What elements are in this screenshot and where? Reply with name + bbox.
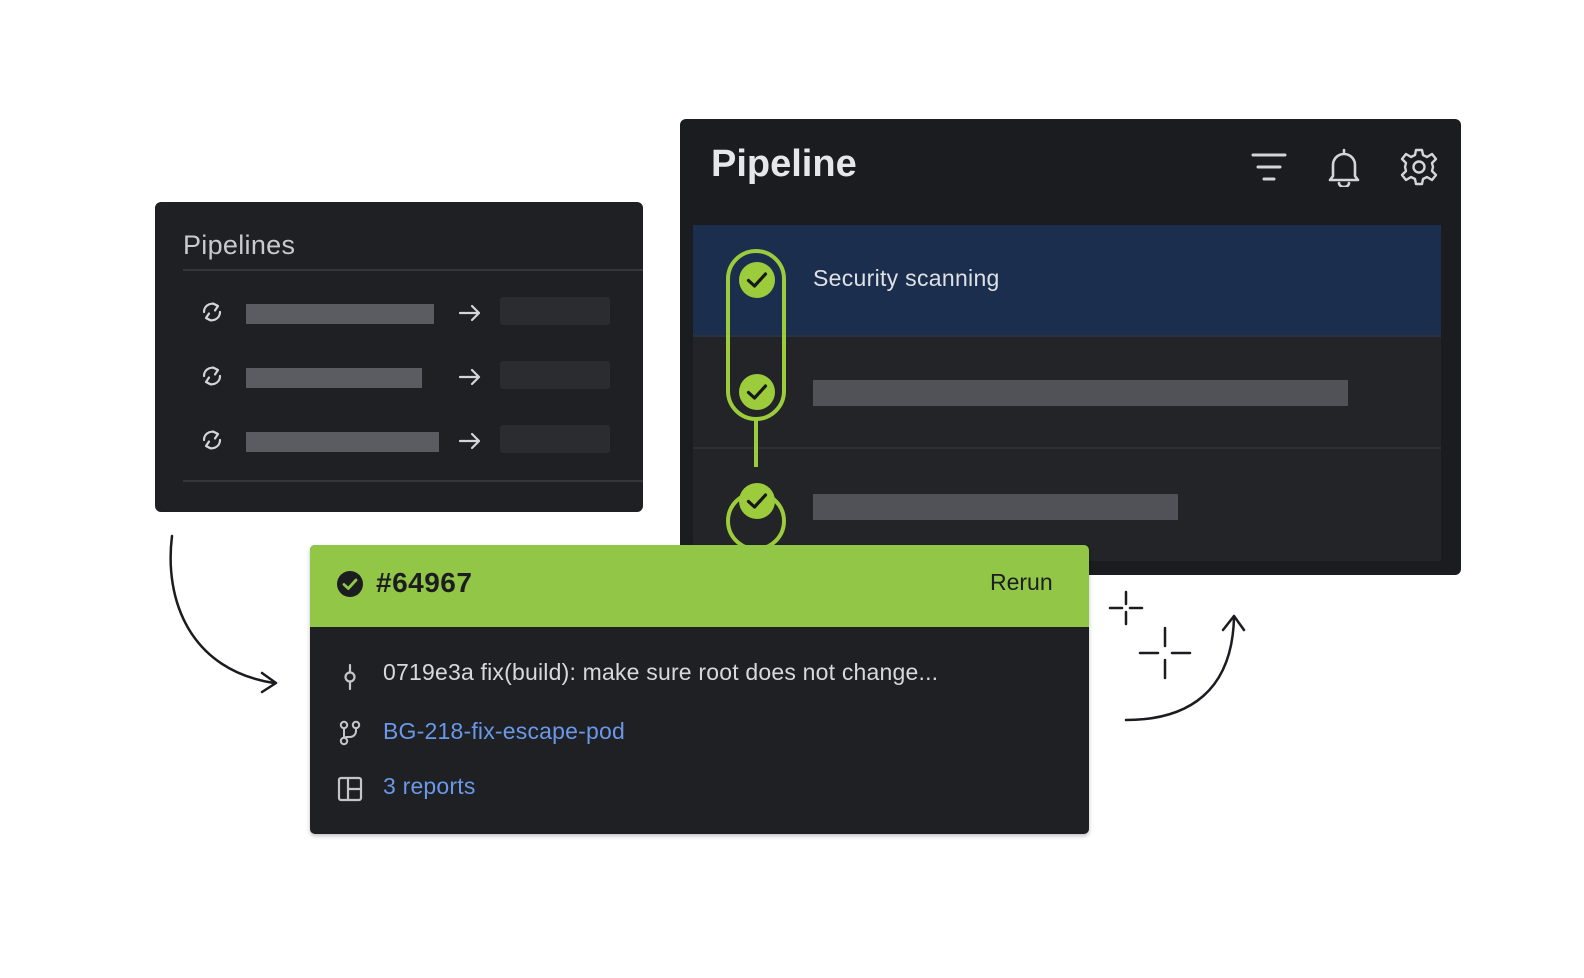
- job-card: #64967 Rerun 0719e3a fix(build): make su…: [310, 545, 1089, 834]
- sync-icon: [202, 430, 222, 450]
- sparkle-large-icon: [1138, 626, 1192, 680]
- stage-list: Security scanning: [693, 225, 1441, 561]
- job-header: #64967 Rerun: [310, 545, 1089, 627]
- stage-name-placeholder: [813, 494, 1178, 520]
- divider: [183, 269, 643, 271]
- pipeline-title: Pipeline: [711, 143, 857, 185]
- filter-icon[interactable]: [1249, 147, 1289, 187]
- sync-icon: [202, 302, 222, 322]
- reports-link[interactable]: 3 reports: [383, 773, 476, 800]
- pipeline-name-placeholder: [246, 432, 439, 452]
- pipeline-row[interactable]: [155, 357, 643, 397]
- target-placeholder: [500, 297, 610, 325]
- reports-icon: [337, 776, 363, 802]
- commit-icon: [344, 663, 356, 691]
- arrow-right-icon: [458, 368, 481, 386]
- sparkle-small-icon: [1108, 590, 1144, 626]
- stage-row-selected[interactable]: Security scanning: [693, 225, 1441, 337]
- job-id: #64967: [376, 567, 473, 598]
- pipeline-panel: Pipeline Security scanning: [680, 119, 1461, 575]
- divider: [183, 480, 643, 482]
- arrow-right-icon: [458, 304, 481, 322]
- curved-arrow-left-icon: [169, 534, 278, 694]
- rerun-button[interactable]: Rerun: [990, 569, 1053, 596]
- target-placeholder: [500, 361, 610, 389]
- gear-icon[interactable]: [1399, 147, 1439, 187]
- stage-row[interactable]: [693, 337, 1441, 449]
- pipeline-name-placeholder: [246, 368, 422, 388]
- bell-icon[interactable]: [1324, 147, 1364, 187]
- check-circle-icon: [739, 262, 775, 298]
- sync-icon: [202, 366, 222, 386]
- target-placeholder: [500, 425, 610, 453]
- commit-message: 0719e3a fix(build): make sure root does …: [383, 659, 939, 685]
- check-circle-icon: [739, 374, 775, 410]
- branch-icon: [339, 720, 361, 746]
- pipelines-title: Pipelines: [183, 230, 296, 260]
- pipeline-row[interactable]: [155, 293, 643, 333]
- arrow-right-icon: [458, 432, 481, 450]
- stage-name-placeholder: [813, 380, 1348, 406]
- stage-label: Security scanning: [813, 265, 1000, 291]
- check-circle-icon: [337, 571, 363, 597]
- pipeline-row[interactable]: [155, 421, 643, 461]
- check-circle-icon: [739, 483, 775, 519]
- pipeline-name-placeholder: [246, 304, 434, 324]
- pipelines-panel: Pipelines: [155, 202, 643, 512]
- branch-link[interactable]: BG-218-fix-escape-pod: [383, 718, 625, 745]
